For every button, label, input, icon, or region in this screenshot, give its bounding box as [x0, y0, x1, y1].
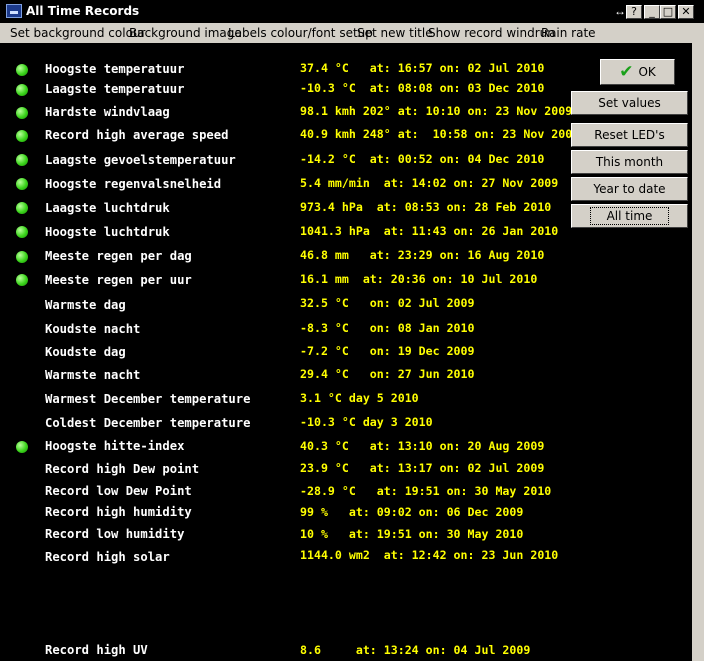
record-value: 973.4 hPa at: 08:53 on: 28 Feb 2010	[300, 200, 552, 214]
record-label: Hoogste hitte-index	[45, 439, 185, 453]
record-label: Record high Dew point	[45, 462, 200, 476]
ok-button[interactable]: ✔ OK	[600, 59, 675, 85]
menu-rain-rate[interactable]: Rain rate	[541, 26, 596, 40]
record-value: 3.1 °C day 5 2010	[300, 391, 419, 405]
menu-set-background-colour[interactable]: Set background colour	[10, 26, 145, 40]
record-value: 46.8 mm at: 23:29 on: 16 Aug 2010	[300, 248, 545, 262]
record-value: 98.1 kmh 202° at: 10:10 on: 23 Nov 2009	[300, 104, 573, 118]
record-value: 29.4 °C on: 27 Jun 2010	[300, 367, 475, 381]
led-icon-laagste-gevoelstemperatuur	[16, 154, 28, 166]
all-time-button[interactable]: All time	[571, 204, 688, 228]
record-label: Hoogste regenvalsnelheid	[45, 177, 222, 191]
record-value: 1041.3 hPa at: 11:43 on: 26 Jan 2010	[300, 224, 559, 238]
record-value: 1144.0 wm2 at: 12:42 on: 23 Jun 2010	[300, 548, 559, 562]
window-title: All Time Records	[26, 4, 140, 18]
record-label: Hardste windvlaag	[45, 105, 170, 119]
record-value: -10.3 °C at: 08:08 on: 03 Dec 2010	[300, 81, 545, 95]
menu-show-record-windrun[interactable]: Show record windrun	[428, 26, 555, 40]
record-label: Meeste regen per uur	[45, 273, 192, 287]
menu-set-new-title[interactable]: Set new title	[357, 26, 433, 40]
record-label: Warmste dag	[45, 298, 126, 312]
minimize-button[interactable]: _	[644, 5, 660, 19]
record-label: Laagste luchtdruk	[45, 201, 170, 215]
window-edge	[692, 43, 704, 661]
menu-bar: Set background colour Background image L…	[0, 23, 704, 43]
record-value: 99 % at: 09:02 on: 06 Dec 2009	[300, 505, 524, 519]
record-label: Koudste dag	[45, 345, 126, 359]
resize-arrows-icon: ↔	[614, 4, 626, 18]
record-value: -28.9 °C at: 19:51 on: 30 May 2010	[300, 484, 552, 498]
record-label: Record low Dew Point	[45, 484, 192, 498]
help-button[interactable]: ?	[626, 5, 642, 19]
record-label: Laagste temperatuur	[45, 82, 185, 96]
record-label: Coldest December temperature	[45, 416, 251, 430]
record-label: Record high solar	[45, 550, 170, 564]
all-time-button-label: All time	[589, 207, 670, 225]
record-value: 8.6 at: 13:24 on: 04 Jul 2009	[300, 643, 531, 657]
record-label: Laagste gevoelstemperatuur	[45, 153, 236, 167]
record-value: 23.9 °C at: 13:17 on: 02 Jul 2009	[300, 461, 545, 475]
ok-button-label: OK	[638, 65, 656, 79]
record-value: 32.5 °C on: 02 Jul 2009	[300, 296, 475, 310]
record-label: Warmste nacht	[45, 368, 141, 382]
record-value: 40.3 °C at: 13:10 on: 20 Aug 2009	[300, 439, 545, 453]
maximize-button[interactable]: □	[660, 5, 676, 19]
led-icon-laagste-temperatuur	[16, 84, 28, 96]
record-label: Record high UV	[45, 643, 148, 657]
set-values-button[interactable]: Set values	[571, 91, 688, 115]
record-value: 10 % at: 19:51 on: 30 May 2010	[300, 527, 524, 541]
led-icon-high-average-speed	[16, 130, 28, 142]
this-month-button[interactable]: This month	[571, 150, 688, 174]
led-icon-hoogste-regenvalsnelheid	[16, 178, 28, 190]
menu-background-image[interactable]: Background image	[129, 26, 242, 40]
record-label: Warmest December temperature	[45, 392, 251, 406]
record-value: 16.1 mm at: 20:36 on: 10 Jul 2010	[300, 272, 538, 286]
record-value: -7.2 °C on: 19 Dec 2009	[300, 344, 475, 358]
record-label: Hoogste temperatuur	[45, 62, 185, 76]
led-icon-hoogste-temperatuur	[16, 64, 28, 76]
led-icon-laagste-luchtdruk	[16, 202, 28, 214]
record-label: Koudste nacht	[45, 322, 141, 336]
record-value: -8.3 °C on: 08 Jan 2010	[300, 321, 475, 335]
record-value: 40.9 kmh 248° at: 10:58 on: 23 Nov 2009	[300, 127, 580, 141]
led-icon-hoogste-luchtdruk	[16, 226, 28, 238]
record-label: Hoogste luchtdruk	[45, 225, 170, 239]
led-icon-hoogste-hitte-index	[16, 441, 28, 453]
year-to-date-button[interactable]: Year to date	[571, 177, 688, 201]
record-label: Record low humidity	[45, 527, 185, 541]
record-label: Meeste regen per dag	[45, 249, 192, 263]
title-bar: All Time Records ↔ ? _ □ ✕	[0, 0, 704, 23]
app-icon	[6, 4, 22, 18]
led-icon-hardste-windvlaag	[16, 107, 28, 119]
record-label: Record high humidity	[45, 505, 192, 519]
record-value: 5.4 mm/min at: 14:02 on: 27 Nov 2009	[300, 176, 559, 190]
checkmark-icon: ✔	[619, 62, 634, 82]
menu-labels-colour-font-setup[interactable]: Labels colour/font setup	[228, 26, 373, 40]
led-icon-meeste-regen-per-dag	[16, 251, 28, 263]
led-icon-meeste-regen-per-uur	[16, 274, 28, 286]
reset-leds-button[interactable]: Reset LED's	[571, 123, 688, 147]
record-value: -10.3 °C day 3 2010	[300, 415, 433, 429]
record-label: Record high average speed	[45, 128, 229, 142]
record-value: 37.4 °C at: 16:57 on: 02 Jul 2010	[300, 61, 545, 75]
close-button[interactable]: ✕	[678, 5, 694, 19]
record-value: -14.2 °C at: 00:52 on: 04 Dec 2010	[300, 152, 545, 166]
